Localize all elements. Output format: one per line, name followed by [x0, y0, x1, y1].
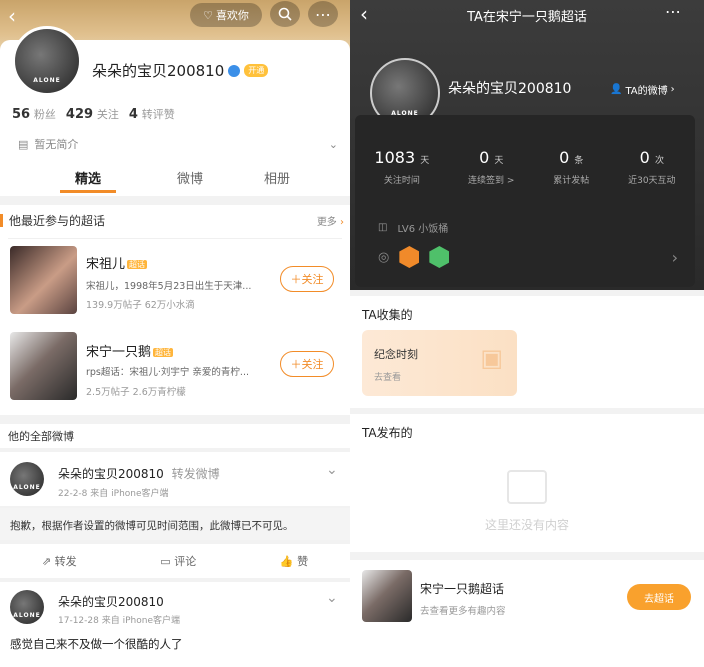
go-supertopic-button[interactable]: 去超话: [627, 584, 691, 610]
supertopic-entry-sub: 去查看更多有趣内容: [420, 606, 506, 617]
badge-ring-icon: ◎: [378, 249, 390, 265]
like-button[interactable]: ♡ 喜欢你: [190, 3, 262, 27]
thumbs-up-icon: 👍: [279, 555, 294, 568]
all-weibo-title: 他的全部微博: [8, 430, 74, 443]
supertopic-name[interactable]: 宋祖儿 超话: [86, 253, 148, 272]
supertopic-entry-name: 宋宁一只鹅超话: [420, 582, 505, 596]
post-avatar[interactable]: ALONE: [10, 590, 44, 624]
back-icon[interactable]: ‹: [8, 4, 16, 28]
comment-icon: ▭: [160, 555, 171, 568]
profile-tabs: 精选 微博 相册: [60, 168, 300, 193]
avatar-text: ALONE: [33, 77, 61, 85]
more-link[interactable]: 更多 ›: [317, 213, 344, 228]
ring-icon: ♡: [203, 8, 213, 22]
chevron-right-icon[interactable]: ›: [672, 248, 678, 267]
follow-button[interactable]: ＋关注: [280, 351, 334, 377]
chevron-down-icon[interactable]: ⌄: [326, 462, 338, 478]
supertopic-thumb[interactable]: [10, 246, 77, 314]
comment-button[interactable]: ▭ 评论: [160, 553, 196, 569]
post-author[interactable]: 朵朵的宝贝200810: [58, 593, 164, 610]
profile-name: 朵朵的宝贝200810: [448, 81, 572, 97]
badge-green-icon: [429, 246, 450, 268]
supertopic-desc: 宋祖儿，1998年5月23日出生于天津...: [86, 281, 252, 292]
profile-name: 朵朵的宝贝200810: [92, 62, 225, 80]
supertopic-name[interactable]: 宋宁一只鹅 超话: [86, 341, 174, 360]
chevron-down-icon[interactable]: ⌄: [329, 138, 338, 151]
stat-interactions: 0 次近30天互动: [628, 148, 676, 186]
following-count[interactable]: 429 关注: [66, 106, 119, 122]
tab-featured[interactable]: 精选: [60, 168, 117, 193]
more-button[interactable]: ⋯: [308, 1, 338, 27]
gift-icon: ▣: [480, 344, 503, 372]
profile-avatar[interactable]: ALONE: [12, 26, 82, 96]
document-icon: ▤: [18, 137, 29, 151]
supertopic-header: 他最近参与的超话 更多 ›: [0, 212, 350, 229]
follow-button[interactable]: ＋关注: [280, 266, 334, 292]
page-title: TA在宋宁一只鹅超话: [467, 10, 587, 25]
chevron-down-icon[interactable]: ⌄: [326, 590, 338, 606]
supertopic-title: 他最近参与的超话: [9, 214, 106, 228]
supertopic-stats: 2.5万帖子 2.6万青柠檬: [86, 387, 186, 398]
supertopic-tag: 超话: [127, 260, 148, 269]
post-avatar[interactable]: ALONE: [10, 462, 44, 496]
supertopic-tag: 超话: [153, 348, 174, 357]
verified-icon: [228, 64, 241, 77]
stat-checkin[interactable]: 0 天连续签到 >: [468, 148, 514, 186]
search-icon: [278, 7, 292, 21]
post-meta: 17-12-28 来自 iPhone客户端: [58, 616, 180, 626]
stat-follow-days: 1083 天关注时间: [374, 148, 430, 186]
post-content: 抱歉，根据作者设置的微博可见时间范围，此微博已不可见。: [0, 508, 350, 540]
tab-weibo[interactable]: 微博: [177, 168, 203, 193]
more-icon: ⋯: [315, 4, 331, 24]
post-meta: 22-2-8 来自 iPhone客户端: [58, 489, 169, 499]
like-post-button[interactable]: 👍 赞: [280, 553, 308, 569]
badge-orange-icon: [399, 246, 420, 268]
published-title: TA发布的: [362, 426, 413, 440]
stat-posts: 0 条累计发帖: [553, 148, 590, 186]
repost-button[interactable]: ⇗ 转发: [42, 553, 77, 569]
post-content: 感觉自己来不及做一个很酷的人了: [10, 637, 183, 651]
supertopic-stats: 139.9万帖子 62万小水滴: [86, 300, 195, 311]
user-icon: 👤: [610, 84, 623, 95]
profile-panel: ‹ ♡ 喜欢你 ⋯ ALONE 朵朵的宝贝200810 开通 56 粉丝 429…: [0, 0, 350, 667]
weibo-link[interactable]: 👤 TA的微博 ›: [610, 82, 675, 97]
intro-text: 暂无简介: [34, 138, 79, 151]
supertopic-thumb[interactable]: [362, 570, 412, 622]
level-row: ◫ LV6 小饭桶: [378, 222, 449, 235]
supertopic-panel: ‹ TA在宋宁一只鹅超话 ⋯ ALONE 朵朵的宝贝200810 👤 TA的微博 ›…: [350, 0, 704, 667]
post-author[interactable]: 朵朵的宝贝200810 转发微博: [58, 465, 220, 482]
reposts-count[interactable]: 4 转评赞: [129, 106, 175, 122]
memorial-card[interactable]: 纪念时刻 去查看 ▣: [362, 330, 517, 396]
tab-album[interactable]: 相册: [264, 168, 290, 193]
more-icon[interactable]: ⋯: [665, 2, 681, 21]
like-label: 喜欢你: [215, 9, 249, 22]
collected-title: TA收集的: [362, 308, 413, 322]
badges-row[interactable]: ◎ ›: [378, 246, 678, 268]
intro-row[interactable]: ▤ 暂无简介 ⌄: [18, 136, 338, 152]
vip-badge[interactable]: 开通: [244, 64, 269, 77]
all-weibo-header: 他的全部微博: [0, 424, 350, 448]
empty-text: 这里还没有内容: [484, 518, 569, 532]
chevron-right-icon: ›: [670, 84, 675, 95]
profile-counts: 56 粉丝 429 关注 4 转评赞: [12, 106, 175, 122]
supertopic-desc: rps超话：宋祖儿·刘宇宁 亲爱的青柠...: [86, 367, 249, 378]
search-button[interactable]: [270, 1, 300, 27]
repost-icon: ⇗: [41, 555, 52, 568]
supertopic-thumb[interactable]: [10, 332, 77, 400]
level-icon: ◫: [378, 222, 388, 233]
stats-row: 1083 天关注时间 0 天连续签到 > 0 条累计发帖 0 次近30天互动: [355, 148, 695, 186]
chevron-right-icon: ›: [340, 217, 344, 228]
post-actions: ⇗ 转发 ▭ 评论 👍 赞: [0, 544, 350, 578]
empty-box-icon: [507, 470, 547, 504]
fans-count[interactable]: 56 粉丝: [12, 106, 56, 122]
